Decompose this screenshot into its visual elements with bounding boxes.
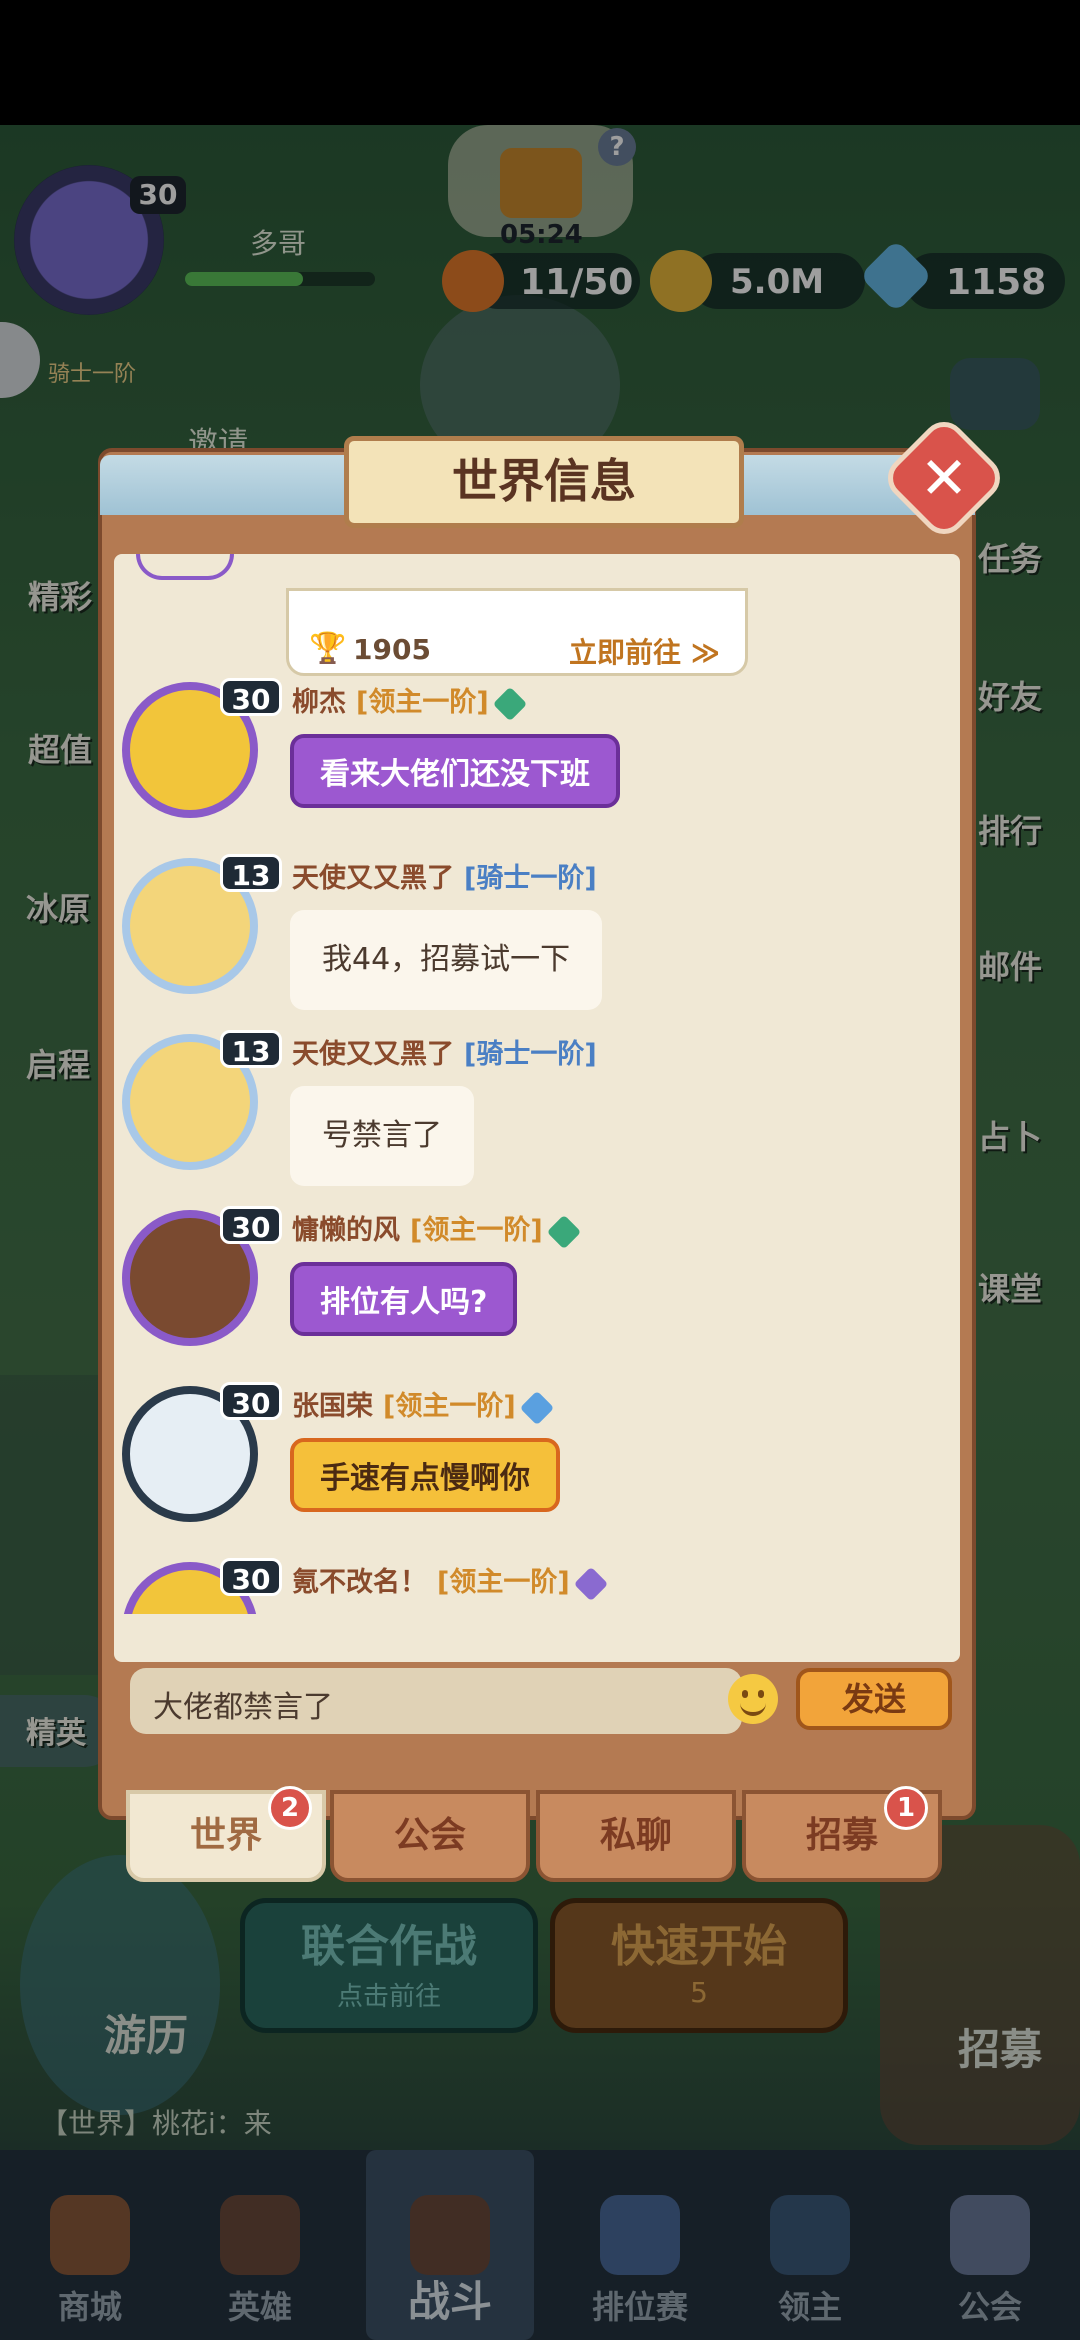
send-button-label: 发送 — [841, 1680, 906, 1718]
sender-level-badge: 30 — [220, 1206, 282, 1244]
sender-level-badge: 30 — [220, 1382, 282, 1420]
chat-message: 30 慵懒的风 [领主一阶] 排位有人吗? — [114, 1202, 960, 1378]
trophy-icon: 🏆 — [309, 631, 347, 666]
sender-rank: [骑士一阶] — [464, 1039, 597, 1070]
sender-name[interactable]: 张国荣 — [292, 1391, 373, 1422]
tab-label: 私聊 — [599, 1815, 672, 1856]
sender-level-badge: 30 — [220, 678, 282, 716]
tab-label: 公会 — [393, 1815, 466, 1856]
chat-message: 13 天使又又黑了 [骑士一阶] 我44，招募试一下 — [114, 850, 960, 1026]
rank-gem-icon — [573, 1566, 608, 1601]
sender-line: 天使又又黑了 [骑士一阶] — [292, 1032, 597, 1071]
message-bubble[interactable]: 排位有人吗? — [290, 1262, 518, 1336]
chat-message: 30 柳杰 [领主一阶] 看来大佬们还没下班 — [114, 674, 960, 850]
sender-name[interactable]: 氪不改名！ — [292, 1567, 427, 1598]
chat-message: 30 氪不改名！ [领主一阶] — [114, 1554, 960, 1614]
message-bubble[interactable]: 我44，招募试一下 — [290, 910, 603, 1010]
rank-gem-icon — [546, 1214, 581, 1249]
sender-rank: [领主一阶] — [410, 1215, 543, 1246]
rank-gem-icon — [492, 686, 527, 721]
message-bubble[interactable]: 号禁言了 — [290, 1086, 474, 1186]
sender-level-badge: 13 — [220, 854, 282, 892]
tab-badge: 1 — [884, 1786, 928, 1830]
sender-rank: [领主一阶] — [356, 687, 489, 718]
sender-level-badge: 13 — [220, 1030, 282, 1068]
message-bubble[interactable]: 看来大佬们还没下班 — [290, 734, 620, 808]
message-bubble[interactable]: 手速有点慢啊你 — [290, 1438, 560, 1512]
sender-name[interactable]: 慵懒的风 — [292, 1215, 400, 1246]
avatar-fragment — [136, 554, 234, 580]
status-bar — [0, 0, 1080, 125]
chat-message: 13 天使又又黑了 [骑士一阶] 号禁言了 — [114, 1026, 960, 1202]
chat-panel: 🏆 1905 立即前往 ≫ 30 柳杰 [领主一阶] 看来大佬们还没下班 13 天使又又黑… — [114, 554, 960, 1662]
go-now-link[interactable]: 立即前往 ≫ — [569, 631, 720, 671]
close-icon[interactable]: ✕ — [898, 432, 990, 524]
sender-level-badge: 30 — [220, 1558, 282, 1596]
sender-line: 慵懒的风 [领主一阶] — [292, 1208, 581, 1249]
sender-rank: [领主一阶] — [383, 1391, 516, 1422]
tab-badge: 2 — [268, 1786, 312, 1830]
chat-input-value: 大佬都禁言了 — [153, 1690, 333, 1725]
shared-score: 1905 — [353, 633, 431, 666]
sender-line: 张国荣 [领主一阶] — [292, 1384, 554, 1425]
shared-battle-card[interactable]: 🏆 1905 立即前往 ≫ — [286, 588, 748, 676]
sender-name[interactable]: 天使又又黑了 — [292, 863, 454, 894]
chat-message: 30 张国荣 [领主一阶] 手速有点慢啊你 — [114, 1378, 960, 1554]
sender-line: 天使又又黑了 [骑士一阶] — [292, 856, 597, 895]
sender-rank: [领主一阶] — [437, 1567, 570, 1598]
sender-line: 柳杰 [领主一阶] — [292, 680, 527, 721]
emoji-icon[interactable] — [728, 1674, 778, 1724]
dialog-title: 世界信息 — [452, 454, 636, 508]
sender-rank: [骑士一阶] — [464, 863, 597, 894]
sender-name[interactable]: 天使又又黑了 — [292, 1039, 454, 1070]
rank-gem-icon — [519, 1390, 554, 1425]
sender-name[interactable]: 柳杰 — [292, 687, 346, 718]
sender-line: 氪不改名！ [领主一阶] — [292, 1560, 608, 1601]
chat-message-list[interactable]: 🏆 1905 立即前往 ≫ 30 柳杰 [领主一阶] 看来大佬们还没下班 13 天使又又黑… — [114, 554, 960, 1614]
